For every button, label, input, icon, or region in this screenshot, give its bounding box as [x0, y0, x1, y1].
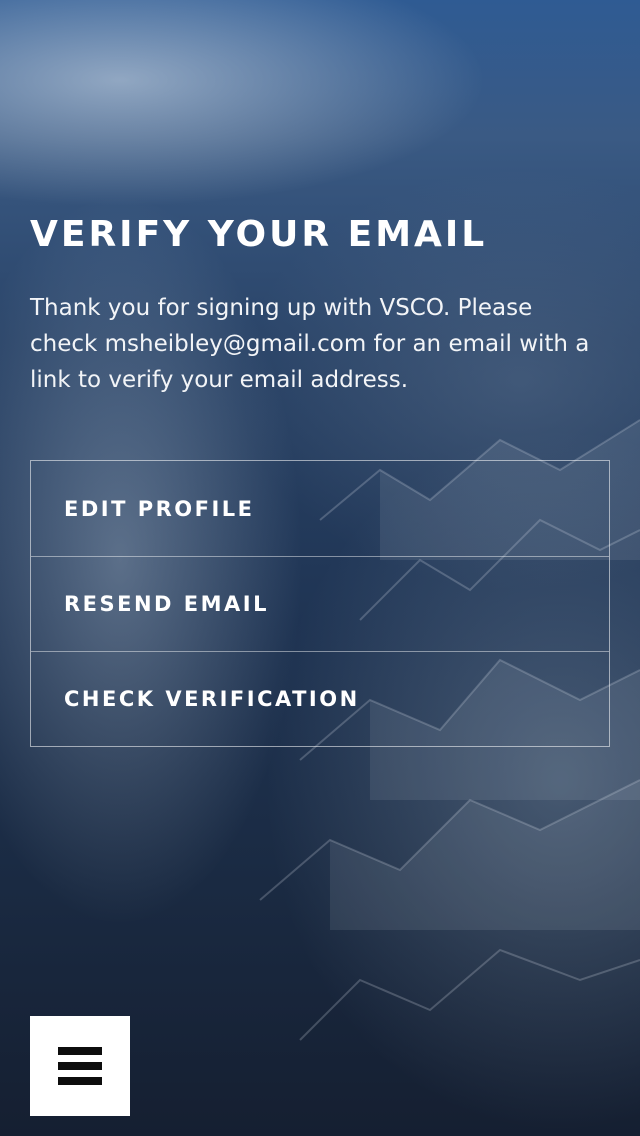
action-list: EDIT PROFILE RESEND EMAIL CHECK VERIFICA… — [30, 460, 610, 747]
resend-email-button[interactable]: RESEND EMAIL — [31, 556, 609, 651]
check-verification-button[interactable]: CHECK VERIFICATION — [31, 651, 609, 746]
page-title: VERIFY YOUR EMAIL — [30, 214, 488, 255]
verification-message: Thank you for signing up with VSCO. Plea… — [30, 295, 590, 393]
edit-profile-button[interactable]: EDIT PROFILE — [31, 461, 609, 556]
menu-button[interactable] — [30, 1016, 130, 1116]
